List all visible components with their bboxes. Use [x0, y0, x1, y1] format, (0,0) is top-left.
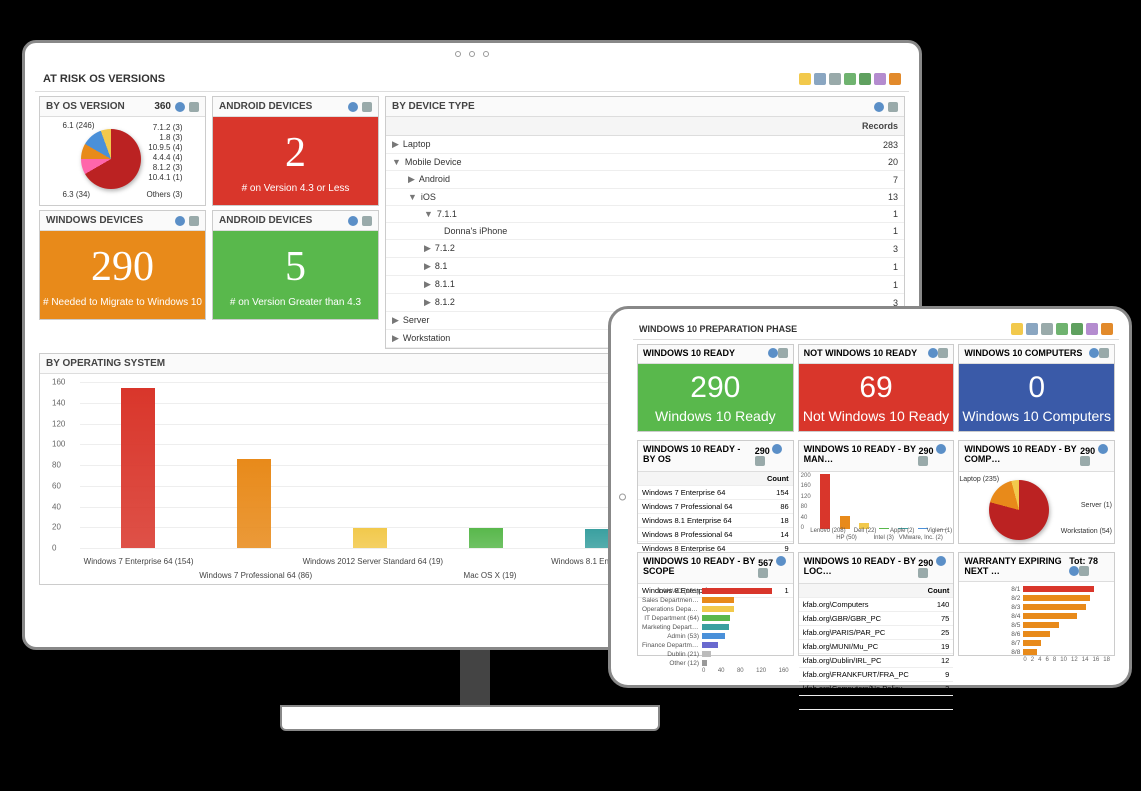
panel-title: BY OPERATING SYSTEM [46, 358, 165, 369]
dashboard-title: AT RISK OS VERSIONS [43, 73, 165, 85]
link-icon[interactable] [918, 456, 928, 466]
link-icon[interactable] [189, 216, 199, 226]
panel-ready-by-scope: WINDOWS 10 READY - BY SCOPE567 LAN/AD (1… [637, 552, 794, 656]
os-version-pie[interactable]: 6.1 (246) 7.1.2 (3) 1.8 (3) 10.9.5 (4) 4… [63, 121, 183, 199]
panel-android-gt-43: ANDROID DEVICES 5 # on Version Greater t… [212, 210, 379, 320]
panel-win10-computers: WINDOWS 10 COMPUTERS 0 Windows 10 Comput… [958, 344, 1115, 432]
tile-not-win10-ready[interactable]: 69 Not Windows 10 Ready [799, 364, 954, 431]
link-icon[interactable] [189, 102, 199, 112]
panel-ready-by-os: WINDOWS 10 READY - BY OS290 CountWindows… [637, 440, 794, 544]
link-icon[interactable] [1080, 456, 1090, 466]
globe-icon[interactable] [1071, 323, 1083, 335]
tablet-dashboard-header: WINDOWS 10 PREPARATION PHASE [633, 319, 1119, 340]
gear-icon[interactable] [829, 73, 841, 85]
panel-ready-by-comp: WINDOWS 10 READY - BY COMP…290 Laptop (2… [958, 440, 1115, 544]
table-row[interactable]: ▼Mobile Device20 [386, 154, 904, 171]
panel-warranty: WARRANTY EXPIRING NEXT …Tot: 78 8/18/28/… [958, 552, 1115, 656]
panel-title: BY DEVICE TYPE [392, 101, 475, 112]
tablet-home-button[interactable] [619, 494, 626, 501]
link-icon[interactable] [918, 568, 928, 578]
table-row[interactable]: ▼7.1.11 [386, 206, 904, 223]
edit-icon[interactable] [1101, 323, 1113, 335]
edit-icon[interactable] [889, 73, 901, 85]
link-icon[interactable] [888, 102, 898, 112]
table-row[interactable]: ▶7.1.23 [386, 240, 904, 258]
info-icon[interactable] [348, 102, 358, 112]
link-icon[interactable] [362, 216, 372, 226]
link-icon[interactable] [1099, 348, 1109, 358]
tile-win10-ready[interactable]: 290 Windows 10 Ready [638, 364, 793, 431]
ready-by-loc-list[interactable]: Countkfab.org\Computers140kfab.org\GBR/G… [799, 584, 954, 710]
info-icon[interactable] [768, 348, 778, 358]
star-icon[interactable] [1011, 323, 1023, 335]
info-icon[interactable] [936, 444, 946, 454]
info-icon[interactable] [1089, 348, 1099, 358]
link-icon[interactable] [1086, 323, 1098, 335]
info-icon[interactable] [776, 556, 786, 566]
info-icon[interactable] [1098, 444, 1108, 454]
tile-android-gt-43[interactable]: 5 # on Version Greater than 4.3 [213, 231, 378, 319]
info-icon[interactable] [772, 444, 782, 454]
panel-title: BY OS VERSION [46, 101, 125, 112]
filter-icon[interactable] [1026, 323, 1038, 335]
tablet-screen: WINDOWS 10 PREPARATION PHASE WINDOWS 10 … [633, 319, 1119, 675]
link-icon[interactable] [874, 73, 886, 85]
panel-android-43-less: ANDROID DEVICES 2 # on Version 4.3 or Le… [212, 96, 379, 206]
table-row[interactable]: ▶8.11 [386, 258, 904, 276]
dashboard-toolbar [799, 73, 901, 85]
tablet-frame: WINDOWS 10 PREPARATION PHASE WINDOWS 10 … [608, 306, 1132, 688]
link-icon[interactable] [938, 348, 948, 358]
warranty-chart[interactable]: 8/18/28/38/48/58/68/78/8024681012141618 [959, 582, 1114, 666]
tile-android-43-less[interactable]: 2 # on Version 4.3 or Less [213, 117, 378, 205]
ready-by-scope-chart[interactable]: LAN/AD (161)Sales Department (74)Operati… [638, 584, 793, 677]
gear-icon[interactable] [1041, 323, 1053, 335]
globe-icon[interactable] [859, 73, 871, 85]
panel-windows-devices: WINDOWS DEVICES 290 # Needed to Migrate … [39, 210, 206, 320]
table-row[interactable]: ▶Laptop283 [386, 136, 904, 154]
tile-windows-devices[interactable]: 290 # Needed to Migrate to Windows 10 [40, 231, 205, 319]
info-icon[interactable] [874, 102, 884, 112]
panel-title: WINDOWS DEVICES [46, 215, 143, 226]
dashboard-header: AT RISK OS VERSIONS [35, 67, 909, 92]
link-icon[interactable] [758, 568, 768, 578]
info-icon[interactable] [1069, 566, 1079, 576]
records-header: Records [762, 117, 904, 136]
table-row[interactable]: ▼iOS13 [386, 189, 904, 206]
link-icon[interactable] [1079, 566, 1089, 576]
table-row[interactable]: ▶8.1.11 [386, 276, 904, 294]
panel-win10-ready: WINDOWS 10 READY 290 Windows 10 Ready [637, 344, 794, 432]
monitor-stand-base [280, 705, 660, 731]
panel-by-os-version: BY OS VERSION 360 6.1 (246) 7.1.2 (3) 1.… [39, 96, 206, 206]
panel-ready-by-loc: WINDOWS 10 READY - BY LOC…290 Countkfab.… [798, 552, 955, 656]
panel-title: ANDROID DEVICES [219, 215, 312, 226]
panel-not-win10-ready: NOT WINDOWS 10 READY 69 Not Windows 10 R… [798, 344, 955, 432]
link-icon[interactable] [755, 456, 765, 466]
link-icon[interactable] [362, 102, 372, 112]
table-row[interactable]: ▶Android7 [386, 171, 904, 189]
info-icon[interactable] [936, 556, 946, 566]
tile-win10-computers[interactable]: 0 Windows 10 Computers [959, 364, 1114, 431]
panel-title: ANDROID DEVICES [219, 101, 312, 112]
info-icon[interactable] [348, 216, 358, 226]
ready-by-comp-pie[interactable]: Laptop (235) Server (1) Workstation (54) [959, 472, 1114, 543]
monitor-camera-dots [455, 51, 489, 57]
link-icon[interactable] [778, 348, 788, 358]
tablet-title: WINDOWS 10 PREPARATION PHASE [639, 324, 797, 334]
info-icon[interactable] [175, 102, 185, 112]
refresh-icon[interactable] [844, 73, 856, 85]
monitor-stand-neck [460, 650, 490, 710]
filter-icon[interactable] [814, 73, 826, 85]
ready-by-man-chart[interactable]: 04080120160200 Lenovo (208)HP (50)Dell (… [799, 472, 954, 543]
table-row[interactable]: Donna's iPhone1 [386, 223, 904, 240]
panel-ready-by-man: WINDOWS 10 READY - BY MAN…290 0408012016… [798, 440, 955, 544]
info-icon[interactable] [175, 216, 185, 226]
info-icon[interactable] [928, 348, 938, 358]
refresh-icon[interactable] [1056, 323, 1068, 335]
star-icon[interactable] [799, 73, 811, 85]
